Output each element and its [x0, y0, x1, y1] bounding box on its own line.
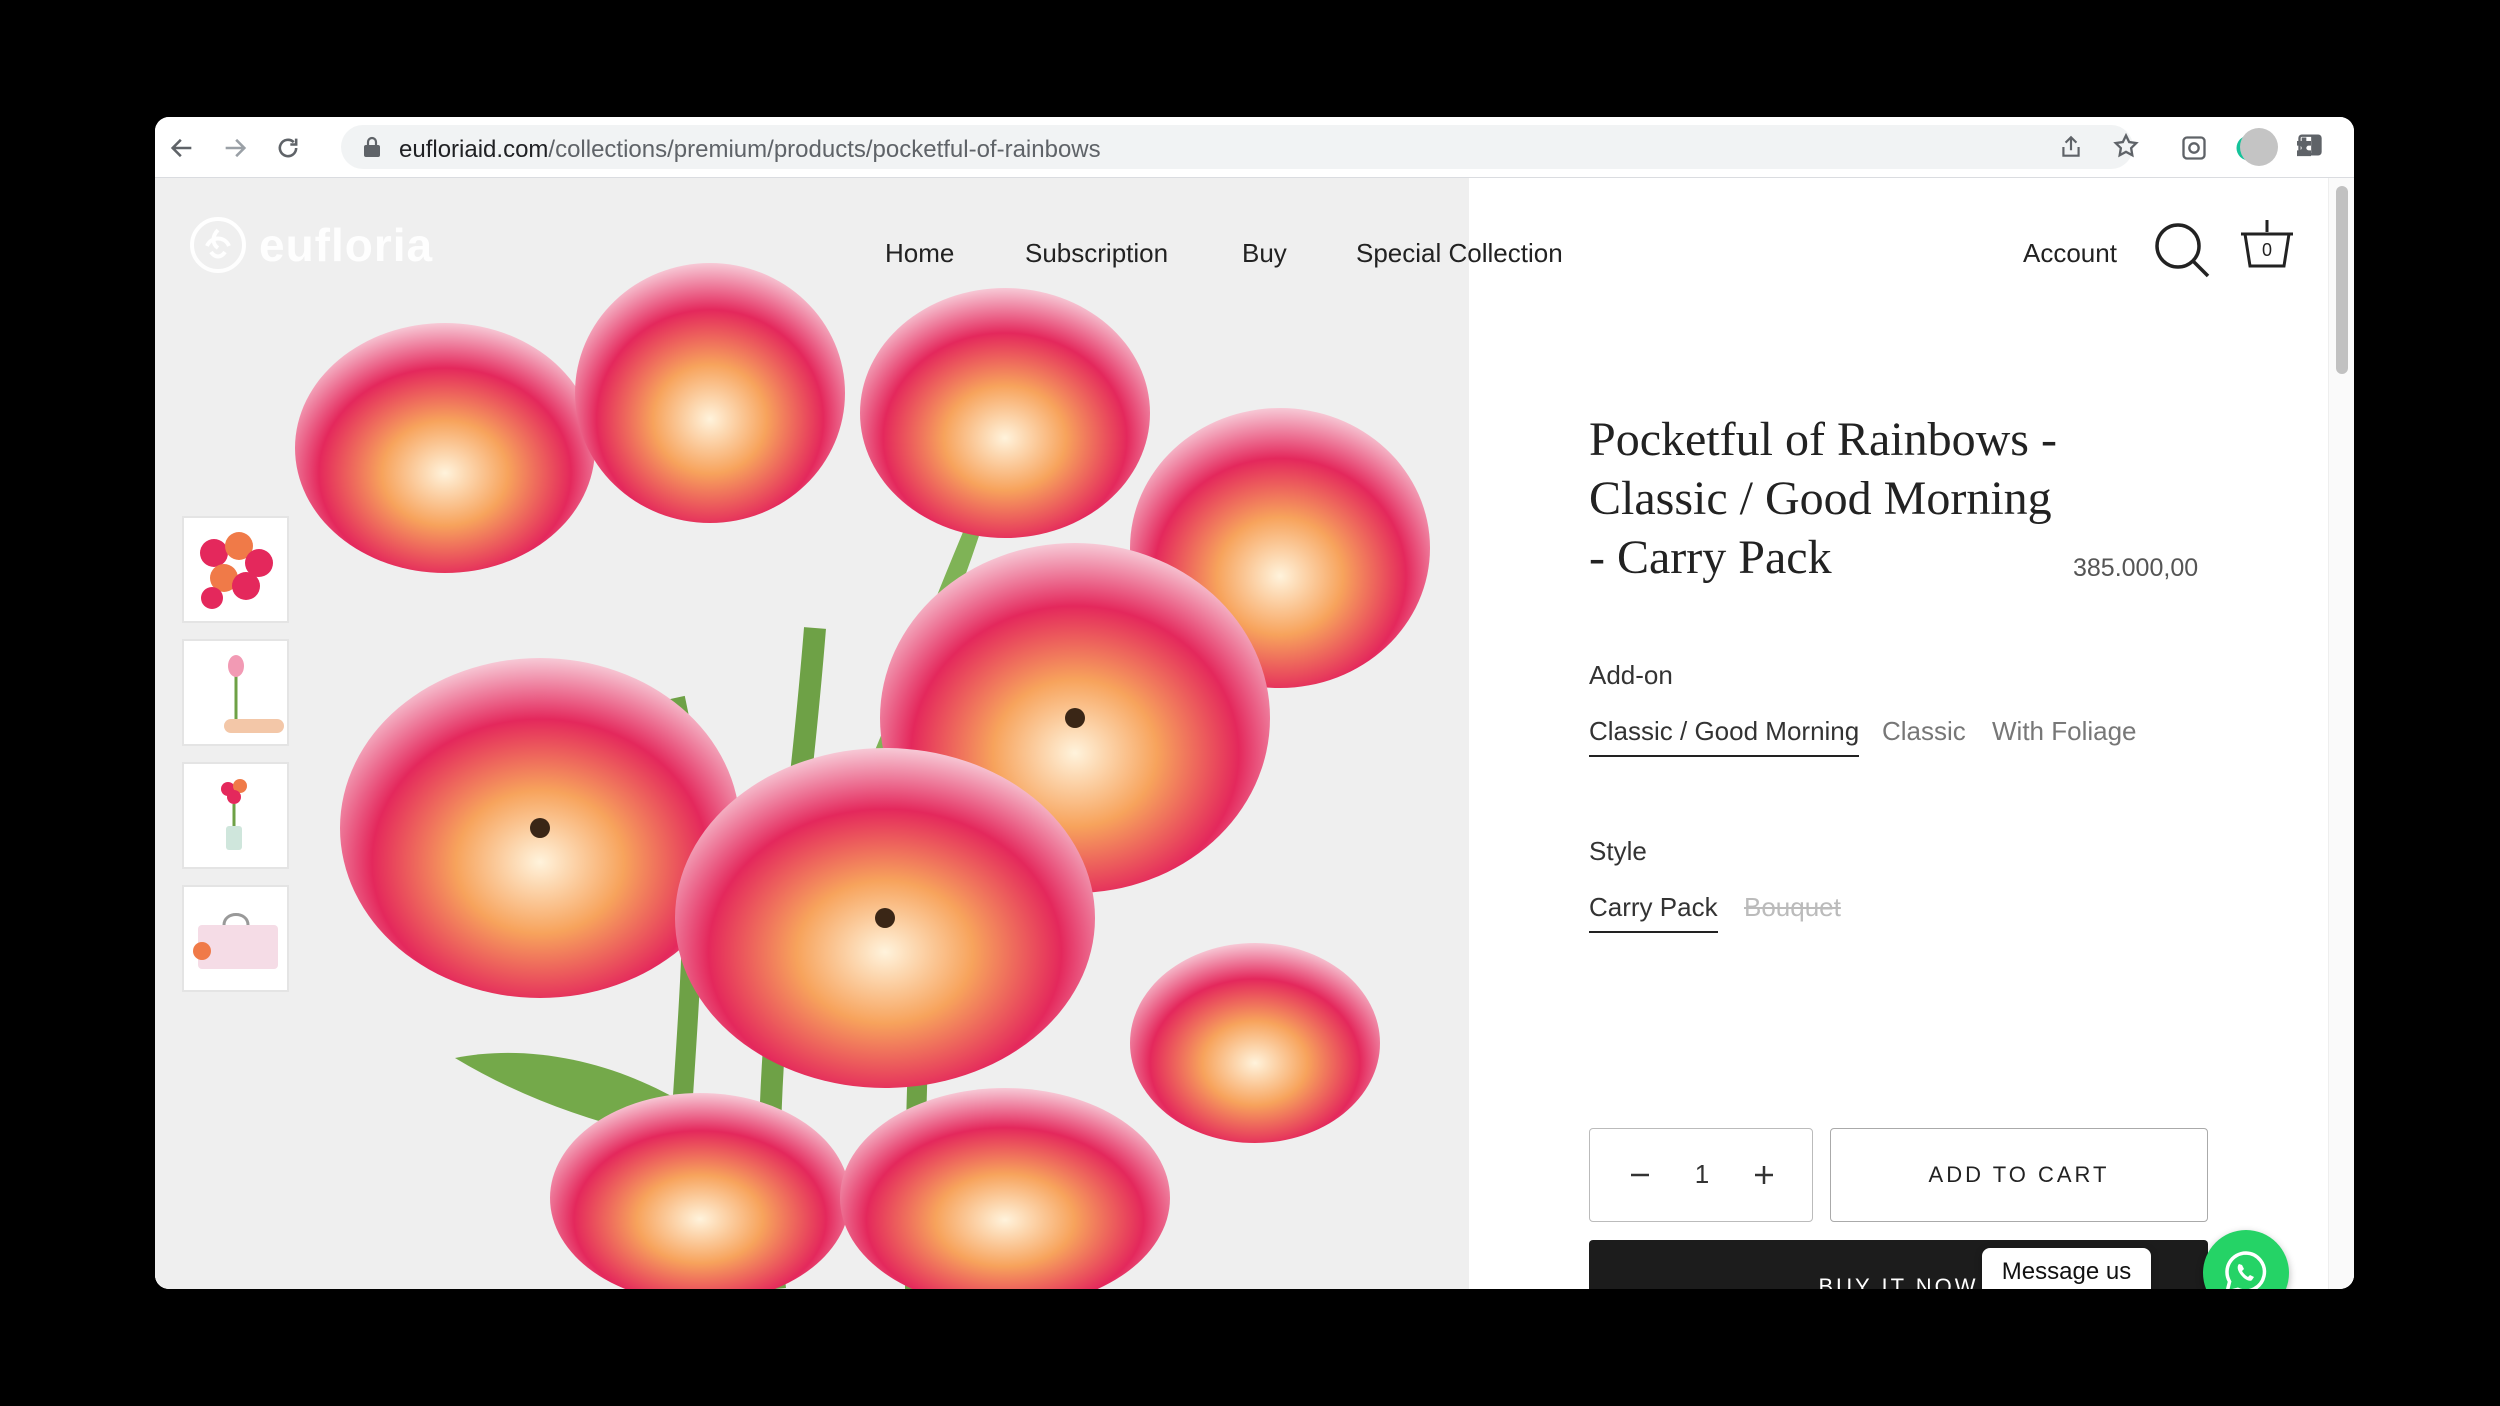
thumbnail-image — [184, 518, 287, 621]
product-title: Pocketful of Rainbows - Classic / Good M… — [1589, 413, 2057, 584]
thumbnail-image — [184, 641, 287, 744]
url-text: eufloriaid.com/collections/premium/produ… — [399, 136, 1101, 163]
style-option-carry-pack[interactable]: Carry Pack — [1589, 892, 1718, 933]
forward-arrow-icon[interactable] — [218, 131, 252, 165]
thumbnail-1[interactable] — [182, 516, 289, 623]
addon-label: Add-on — [1589, 660, 1673, 690]
product-hero-image: eufloria — [155, 178, 1469, 1289]
extension-icon[interactable] — [2177, 131, 2211, 165]
thumbnail-image — [184, 764, 287, 867]
thumbnail-image — [184, 887, 287, 990]
add-to-cart-button[interactable]: ADD TO CART — [1830, 1128, 2208, 1222]
style-option-bouquet[interactable]: Bouquet — [1744, 892, 1841, 931]
thumbnail-3[interactable] — [182, 762, 289, 869]
cart-button[interactable]: 0 — [2237, 216, 2297, 276]
brand-name: eufloria — [259, 219, 434, 271]
lock-icon — [363, 136, 381, 163]
thumbnail-2[interactable] — [182, 639, 289, 746]
address-bar[interactable]: eufloriaid.com/collections/premium/produ… — [341, 125, 2139, 169]
tulip-bouquet-illustration — [295, 263, 1430, 1289]
nav-home[interactable]: Home — [885, 238, 954, 269]
nav-special-collection[interactable]: Special Collection — [1356, 238, 1563, 269]
back-arrow-icon[interactable] — [165, 131, 199, 165]
brand-logo[interactable]: eufloria — [189, 216, 433, 274]
nav-subscription[interactable]: Subscription — [1025, 238, 1168, 269]
cart-count: 0 — [2261, 240, 2272, 260]
page-scrollbar[interactable] — [2328, 178, 2354, 1289]
addon-option-with-foliage[interactable]: With Foliage — [1992, 716, 2137, 755]
profile-avatar[interactable] — [2240, 128, 2278, 166]
sidebar-icon[interactable] — [2296, 131, 2330, 165]
star-icon[interactable] — [2112, 132, 2140, 165]
account-link[interactable]: Account — [2023, 238, 2117, 269]
style-label: Style — [1589, 836, 1647, 866]
nav-buy[interactable]: Buy — [1242, 238, 1287, 269]
minus-icon[interactable] — [1622, 1157, 1658, 1193]
chat-bubble[interactable]: Message us — [1982, 1248, 2151, 1289]
search-icon[interactable] — [2153, 221, 2211, 284]
plus-icon[interactable] — [1746, 1157, 1782, 1193]
quantity-value[interactable]: 1 — [1690, 1159, 1714, 1190]
addon-option-classic-good-morning[interactable]: Classic / Good Morning — [1589, 716, 1860, 757]
chrome-spacer — [2336, 131, 2337, 132]
rose-logo-icon — [190, 217, 246, 273]
whatsapp-button[interactable] — [2203, 1230, 2289, 1289]
share-icon[interactable] — [2058, 133, 2084, 166]
browser-window: eufloriaid.com/collections/premium/produ… — [155, 117, 2354, 1289]
scrollbar-thumb[interactable] — [2336, 186, 2348, 374]
product-price: 385.000,00 — [2073, 554, 2199, 582]
browser-toolbar: eufloriaid.com/collections/premium/produ… — [155, 117, 2354, 178]
reload-icon[interactable] — [271, 131, 305, 165]
quantity-stepper: 1 — [1589, 1128, 1813, 1222]
web-page: eufloria Home Subscription Buy Special C… — [155, 178, 2354, 1289]
whatsapp-icon — [2225, 1251, 2267, 1289]
thumbnail-4[interactable] — [182, 885, 289, 992]
addon-option-classic[interactable]: Classic — [1882, 716, 1966, 755]
